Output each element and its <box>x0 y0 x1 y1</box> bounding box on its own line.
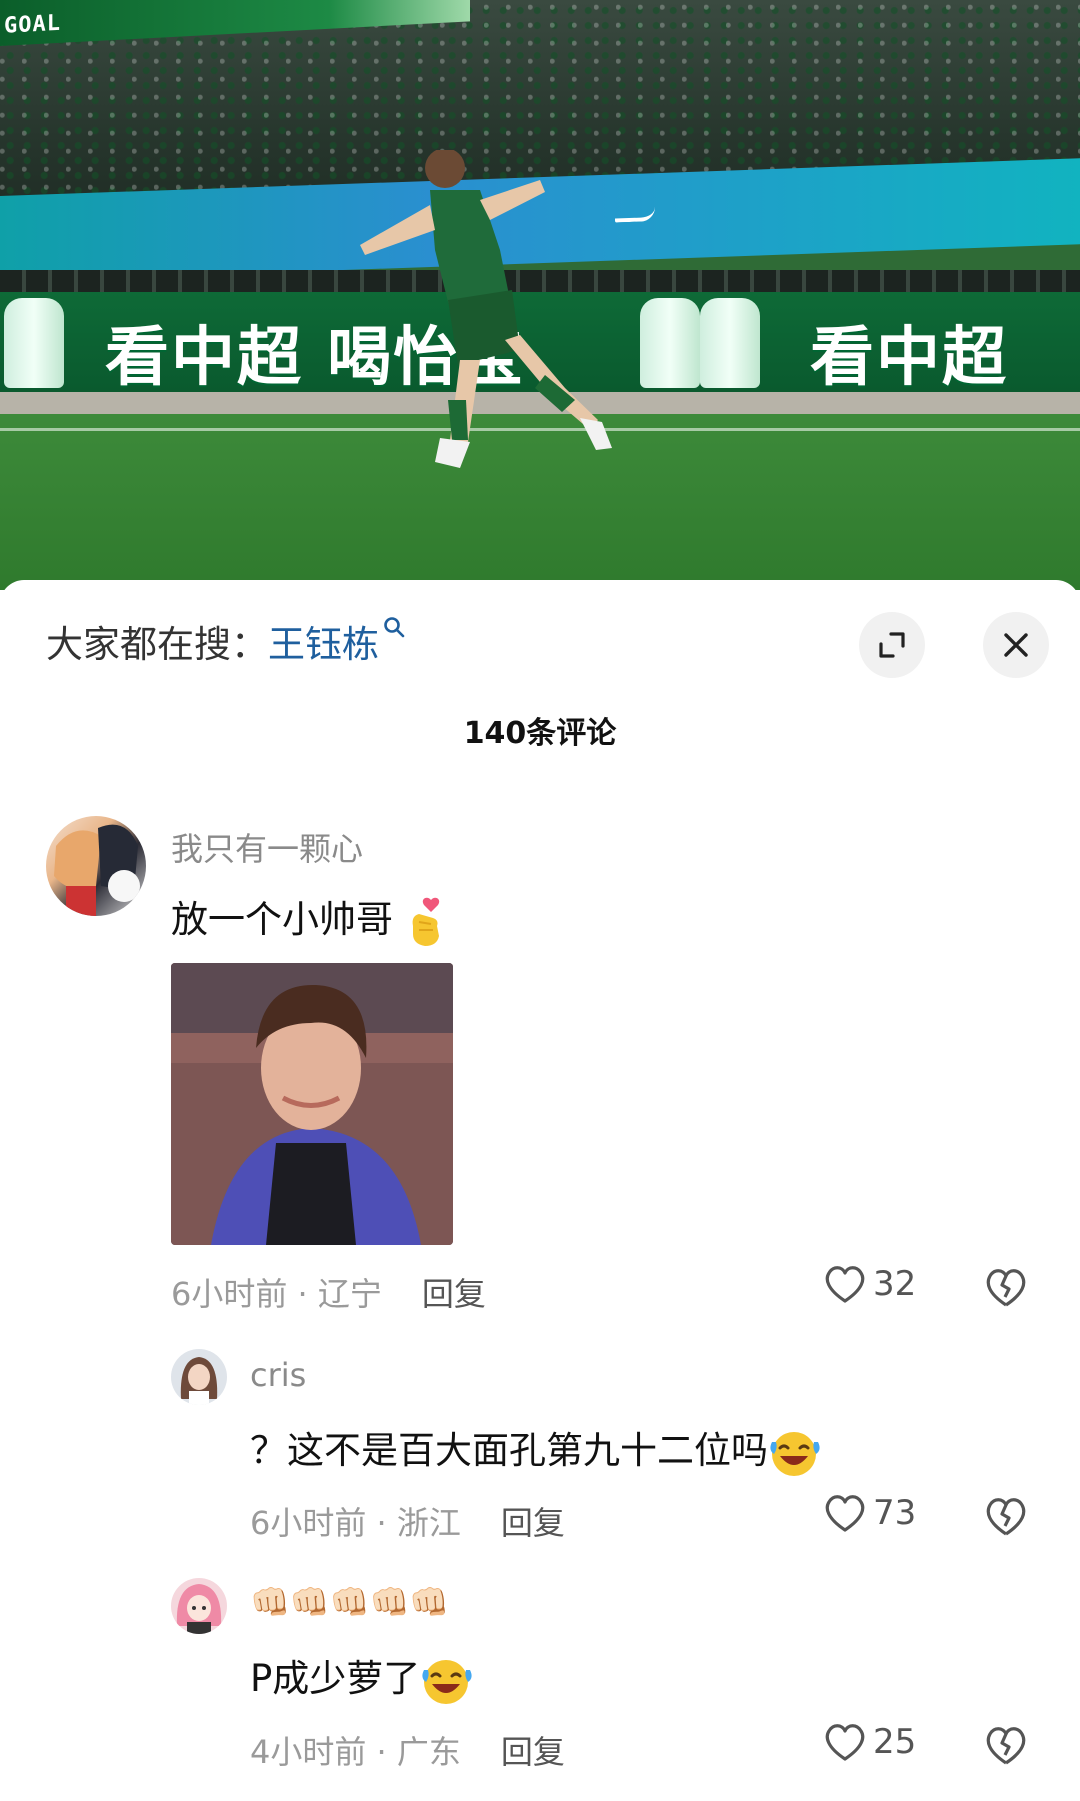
comment-username[interactable]: 👊🏻👊🏻👊🏻👊🏻👊🏻 <box>250 1583 449 1621</box>
laughing-crying-emoji <box>422 1659 472 1704</box>
avatar[interactable] <box>46 816 146 916</box>
trending-search-prefix: 大家都在搜： <box>46 623 268 666</box>
comment-meta: 6小时前 · 辽宁 回复 <box>171 1269 486 1315</box>
comment-text: ？这不是百大面孔第九十二位吗 <box>250 1420 822 1478</box>
comment-text: 放一个小帅哥 <box>171 889 449 948</box>
avatar[interactable] <box>171 1578 227 1634</box>
ad-text-right: 看中超 <box>810 321 1008 395</box>
broken-heart-icon[interactable] <box>983 1494 1029 1538</box>
avatar-art <box>176 1584 222 1634</box>
avatar-art <box>54 824 140 916</box>
score-label: GOAL <box>4 10 61 39</box>
like-button[interactable]: 73 <box>823 1492 916 1534</box>
expand-icon <box>879 632 905 658</box>
comment-time-location: 4小时前 · 广东 <box>250 1733 461 1771</box>
heart-icon <box>825 1495 865 1532</box>
broken-heart-icon[interactable] <box>983 1265 1029 1309</box>
comment-meta: 6小时前 · 浙江 回复 <box>250 1498 565 1544</box>
comment-text-content: ？这不是百大面孔第九十二位吗 <box>250 1429 768 1472</box>
video-player[interactable]: GOAL 看中超 喝怡宝 看中超 <box>0 0 1080 590</box>
broken-heart-icon[interactable] <box>983 1723 1029 1767</box>
close-button[interactable] <box>983 612 1049 678</box>
heart-icon <box>825 1724 865 1761</box>
bottle-graphic <box>4 298 64 388</box>
trending-search[interactable]: 大家都在搜：王钰栋 <box>46 614 405 668</box>
comment-sheet: 大家都在搜：王钰栋 140条评论 我只有一颗心 放一个小帅哥 6小时前 · 辽宁… <box>0 580 1080 1801</box>
search-icon <box>384 617 405 638</box>
bottle-graphic <box>700 298 760 388</box>
comment-image[interactable] <box>171 963 453 1245</box>
trending-search-keyword[interactable]: 王钰栋 <box>268 623 379 666</box>
like-count: 32 <box>873 1264 917 1304</box>
expand-button[interactable] <box>859 612 925 678</box>
comment-text: P成少萝了 <box>250 1648 474 1706</box>
reply-button[interactable]: 回复 <box>422 1275 486 1313</box>
comment-username[interactable]: 我只有一颗心 <box>171 824 363 870</box>
like-count: 25 <box>873 1722 917 1762</box>
portrait-photo <box>171 963 453 1245</box>
finger-heart-emoji <box>412 897 439 946</box>
comment-time-location: 6小时前 · 辽宁 <box>171 1275 382 1313</box>
laughing-crying-emoji <box>770 1431 820 1476</box>
comment-time-location: 6小时前 · 浙江 <box>250 1504 461 1542</box>
close-icon <box>1004 633 1028 657</box>
comment-username[interactable]: cris <box>250 1356 306 1394</box>
comment-count: 140条评论 <box>463 716 617 751</box>
avatar-art <box>180 1357 218 1405</box>
avatar[interactable] <box>171 1349 227 1405</box>
player-figure <box>360 150 612 468</box>
comment-meta: 4小时前 · 广东 回复 <box>250 1727 565 1773</box>
like-count: 73 <box>873 1493 917 1533</box>
comment-text-content: P成少萝了 <box>250 1657 421 1700</box>
like-button[interactable]: 32 <box>823 1263 916 1305</box>
like-button[interactable]: 25 <box>823 1721 916 1763</box>
reply-button[interactable]: 回复 <box>501 1504 565 1542</box>
comment-text-content: 放一个小帅哥 <box>171 898 393 941</box>
reply-button[interactable]: 回复 <box>501 1733 565 1771</box>
heart-icon <box>825 1266 865 1303</box>
